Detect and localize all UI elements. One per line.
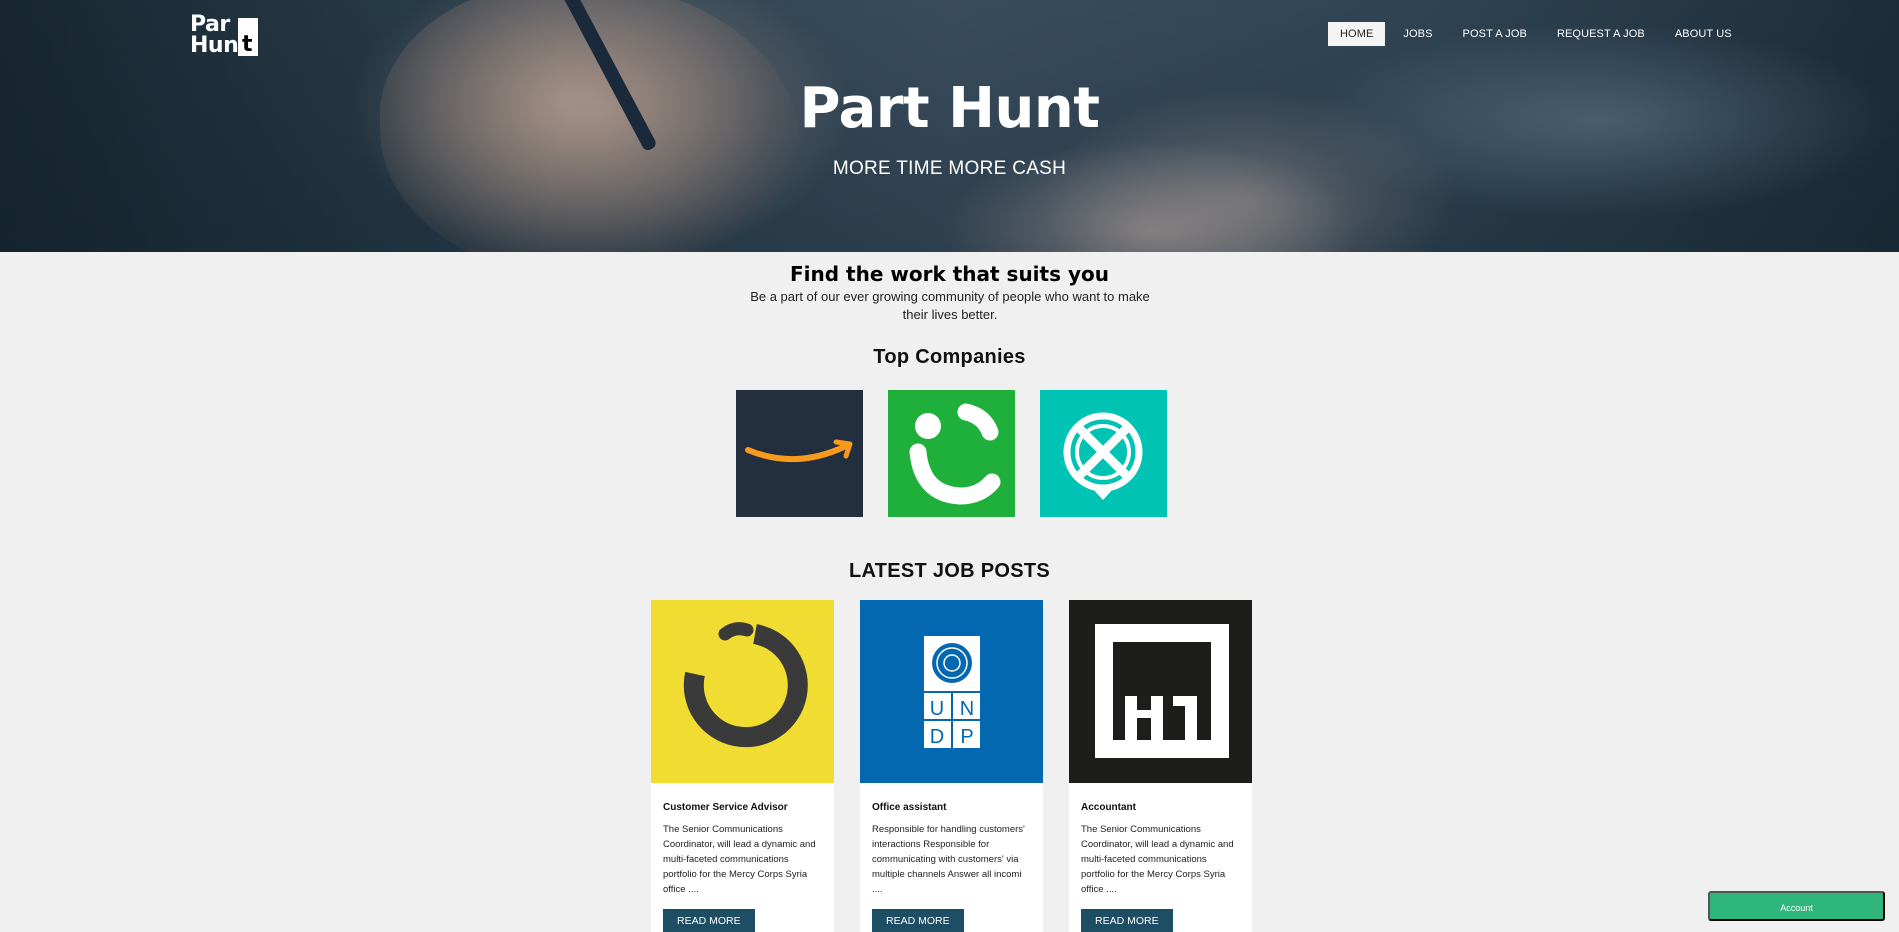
job-description: The Senior Communications Coordinator, w… (663, 824, 816, 895)
main-nav: HOME JOBS POST A JOB REQUEST A JOB ABOUT… (1328, 22, 1750, 46)
nav-item-home[interactable]: HOME (1328, 22, 1386, 46)
company-logo-icon (1063, 412, 1143, 500)
intro-text: Be a part of our ever growing community … (750, 289, 1150, 322)
job-card: U N D P Office assistant Responsible for… (860, 600, 1043, 932)
logo-text-t: t (242, 32, 253, 57)
latest-jobs-title: LATEST JOB POSTS (848, 560, 1051, 582)
nav-item-about-us[interactable]: ABOUT US (1663, 22, 1744, 46)
read-more-button[interactable]: READ MORE (872, 909, 964, 932)
company-tile-careem[interactable] (888, 390, 1015, 517)
job-card: Customer Service Advisor The Senior Comm… (651, 600, 834, 932)
job-title[interactable]: Customer Service Advisor (663, 802, 822, 813)
noon-logo-icon (683, 622, 808, 748)
top-companies-title: Top Companies (873, 346, 1026, 368)
hero-title: Part Hunt (799, 76, 1100, 141)
job-card-image[interactable]: U N D P (860, 600, 1043, 783)
hero-subtitle: MORE TIME MORE CASH (832, 158, 1067, 179)
job-card-image[interactable] (651, 600, 834, 783)
hero-banner: Par Hun t HOME JOBS POST A JOB REQUEST A… (0, 0, 1899, 252)
nav-item-jobs[interactable]: JOBS (1391, 22, 1444, 46)
job-title[interactable]: Accountant (1081, 802, 1240, 813)
company-tile-amazon[interactable] (736, 390, 863, 517)
careem-logo-icon (909, 403, 1001, 505)
svg-text:P: P (960, 726, 973, 748)
read-more-button[interactable]: READ MORE (1081, 909, 1173, 932)
nav-item-request-a-job[interactable]: REQUEST A JOB (1545, 22, 1657, 46)
nav-item-post-a-job[interactable]: POST A JOB (1451, 22, 1539, 46)
account-button[interactable]: Account (1708, 891, 1885, 921)
svg-text:U: U (930, 698, 944, 720)
svg-text:D: D (930, 726, 944, 748)
h1-logo-icon (1095, 624, 1229, 758)
job-description: Responsible for handling customers' inte… (872, 824, 1025, 895)
company-tile-3[interactable] (1040, 390, 1167, 517)
intro-title: Find the work that suits you (790, 262, 1109, 286)
undp-logo-icon: U N D P (924, 636, 980, 748)
job-title[interactable]: Office assistant (872, 802, 1031, 813)
site-logo[interactable]: Par Hun t (190, 14, 268, 57)
amazon-logo-icon (745, 439, 853, 463)
job-card: Accountant The Senior Communications Coo… (1069, 600, 1252, 932)
read-more-button[interactable]: READ MORE (663, 909, 755, 932)
svg-text:N: N (960, 698, 974, 720)
job-card-image[interactable] (1069, 600, 1252, 783)
job-description: The Senior Communications Coordinator, w… (1081, 824, 1234, 895)
